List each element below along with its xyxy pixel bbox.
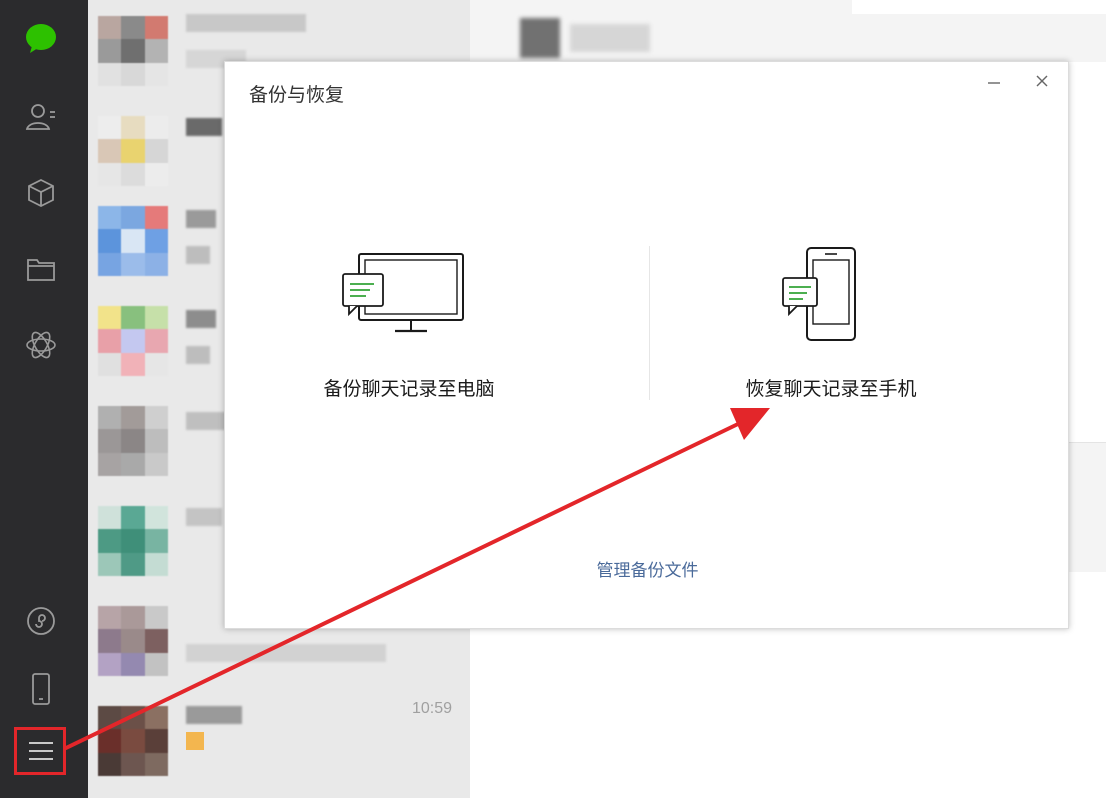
left-sidebar xyxy=(0,0,88,798)
contact-name-redacted xyxy=(186,412,226,430)
screenshot-root: 10:59 备份与恢复 备份聊天记录至电脑 恢复聊天记录至手机 管理备份文件 xyxy=(0,0,1106,798)
avatar xyxy=(98,406,168,476)
message-preview-redacted xyxy=(186,644,386,662)
options-divider xyxy=(649,246,650,400)
minimize-button[interactable] xyxy=(983,74,1005,96)
contact-name-redacted xyxy=(186,508,222,526)
contact-name-redacted xyxy=(186,706,242,724)
message-preview-redacted xyxy=(186,246,210,264)
message-preview-emoji xyxy=(186,732,204,750)
close-button[interactable] xyxy=(1031,72,1053,94)
chat-toolbar xyxy=(1069,442,1106,572)
moments-icon xyxy=(24,328,58,362)
sidebar-item-files[interactable] xyxy=(20,248,62,290)
dialog-title: 备份与恢复 xyxy=(249,84,345,106)
avatar xyxy=(98,606,168,676)
chat-bubble-icon xyxy=(24,22,58,56)
contacts-icon xyxy=(25,101,57,133)
restore-to-phone-label: 恢复聊天记录至手机 xyxy=(745,378,917,400)
close-icon xyxy=(1034,73,1050,94)
folder-icon xyxy=(25,253,57,285)
avatar xyxy=(98,506,168,576)
restore-to-phone-option[interactable]: 恢复聊天记录至手机 xyxy=(681,232,981,412)
avatar xyxy=(98,706,168,776)
list-item[interactable]: 10:59 xyxy=(88,690,470,790)
minimize-icon xyxy=(986,75,1002,96)
backup-to-pc-option[interactable]: 备份聊天记录至电脑 xyxy=(259,232,559,412)
menu-highlight-box xyxy=(14,727,66,775)
backup-restore-dialog: 备份与恢复 备份聊天记录至电脑 恢复聊天记录至手机 管理备份文件 xyxy=(224,61,1069,629)
sidebar-item-phone[interactable] xyxy=(20,668,62,710)
contact-name-redacted xyxy=(186,210,216,228)
sidebar-item-contacts[interactable] xyxy=(20,96,62,138)
phone-chat-icon xyxy=(779,242,879,351)
sidebar-item-chats[interactable] xyxy=(20,18,62,60)
avatar xyxy=(98,16,168,86)
header-avatar-redacted xyxy=(520,18,560,58)
contact-name-redacted xyxy=(186,118,222,136)
header-title-redacted xyxy=(570,24,650,52)
favorites-cube-icon xyxy=(25,177,57,209)
sidebar-item-favorites[interactable] xyxy=(20,172,62,214)
avatar xyxy=(98,116,168,186)
monitor-chat-icon xyxy=(337,242,467,347)
avatar xyxy=(98,306,168,376)
message-time: 10:59 xyxy=(411,700,452,717)
contact-name-redacted xyxy=(186,14,306,32)
header-search-area xyxy=(852,0,1106,14)
manage-backup-files-link[interactable]: 管理备份文件 xyxy=(225,556,1070,581)
message-preview-redacted xyxy=(186,346,210,364)
avatar xyxy=(98,206,168,276)
contact-name-redacted xyxy=(186,310,216,328)
backup-to-pc-label: 备份聊天记录至电脑 xyxy=(323,378,495,400)
sidebar-item-moments[interactable] xyxy=(20,324,62,366)
phone-icon xyxy=(27,672,55,706)
mini-program-icon xyxy=(25,605,57,637)
sidebar-item-mini-programs[interactable] xyxy=(20,600,62,642)
